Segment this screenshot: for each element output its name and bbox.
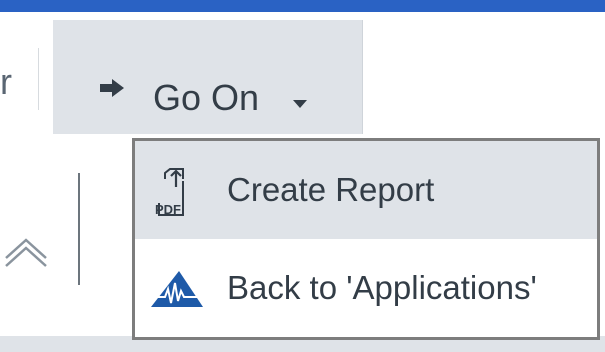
menu-item-back-to-applications[interactable]: Back to 'Applications' bbox=[135, 239, 597, 337]
menu-item-label: Create Report bbox=[227, 171, 435, 208]
toolbar-divider bbox=[38, 48, 39, 110]
go-on-dropdown-menu: PDF Create Report Back to 'Applications' bbox=[132, 138, 600, 340]
go-on-button[interactable]: Go On bbox=[53, 20, 363, 136]
pdf-export-icon: PDF bbox=[155, 168, 184, 217]
caret-down-icon bbox=[293, 100, 307, 108]
top-accent-bar bbox=[0, 0, 605, 12]
content-divider bbox=[78, 173, 80, 285]
go-on-label: Go On bbox=[153, 77, 260, 118]
partial-toolbar-label: r bbox=[0, 61, 12, 102]
menu-item-label: Back to 'Applications' bbox=[227, 269, 537, 306]
arrow-right-icon bbox=[100, 79, 124, 97]
svg-text:PDF: PDF bbox=[155, 202, 181, 217]
mountain-logo-icon bbox=[151, 271, 203, 307]
menu-item-create-report[interactable]: PDF Create Report bbox=[135, 141, 597, 239]
chevron-up-collapse-icon[interactable] bbox=[2, 236, 50, 268]
